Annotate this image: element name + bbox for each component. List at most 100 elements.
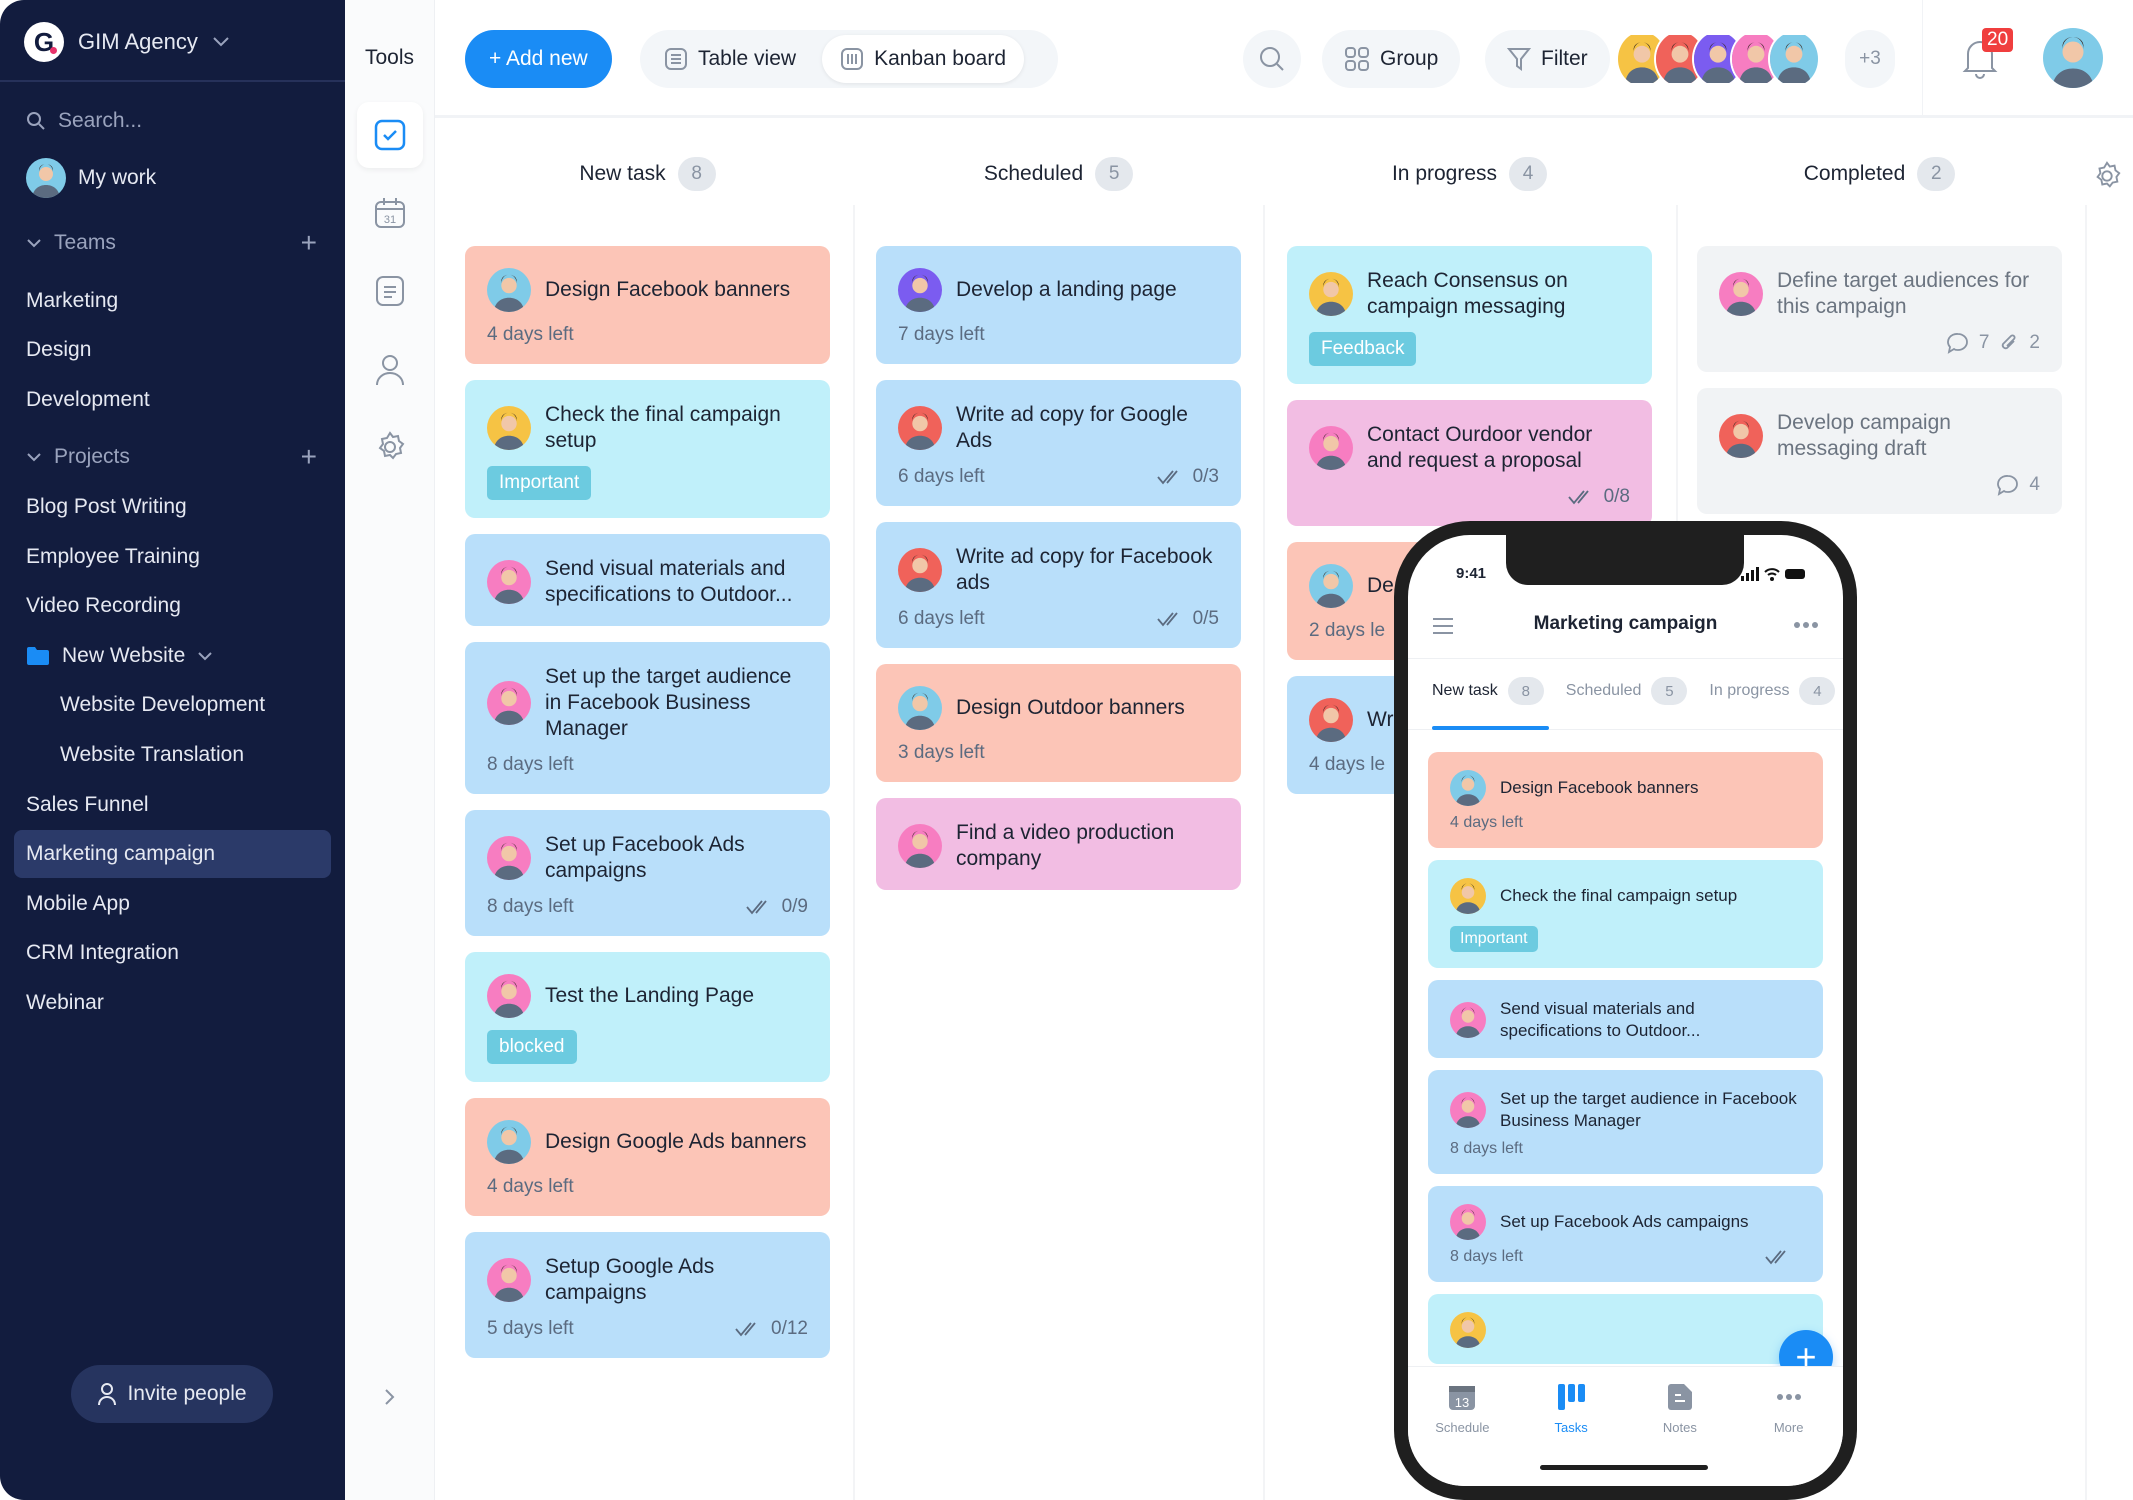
sidebar-item-project[interactable]: Marketing campaign: [14, 830, 331, 879]
expand-button[interactable]: [357, 1364, 423, 1430]
sidebar-item-project[interactable]: Video Recording: [14, 582, 331, 630]
sidebar-item-project[interactable]: Sales Funnel: [14, 781, 331, 829]
tool-calendar[interactable]: 31: [357, 180, 423, 246]
add-icon[interactable]: +: [301, 441, 317, 473]
assignee-avatar: [487, 406, 531, 450]
task-card[interactable]: Design Facebook banners 4 days left: [1428, 752, 1823, 848]
svg-text:31: 31: [384, 214, 396, 226]
sidebar-item-label: Marketing campaign: [26, 842, 216, 866]
sidebar-item-team[interactable]: Design: [14, 326, 331, 374]
sidebar-item-project[interactable]: CRM Integration: [14, 929, 331, 977]
task-card[interactable]: Design Google Ads banners 4 days left: [465, 1098, 830, 1216]
task-card[interactable]: Find a video production company: [876, 798, 1241, 890]
checklist-icon: [1156, 612, 1178, 627]
days-left: 6 days left: [898, 608, 985, 629]
task-card[interactable]: Reach Consensus on campaign messaging Fee…: [1287, 246, 1652, 384]
task-card[interactable]: Test the Landing Page blocked: [465, 952, 830, 1082]
days-left: 6 days left: [898, 466, 985, 487]
task-card[interactable]: Set up Facebook Ads campaigns 8 days left…: [465, 810, 830, 936]
nav-notes[interactable]: Notes: [1640, 1383, 1720, 1486]
card-header: Find a video production company: [898, 820, 1219, 872]
assignee-avatar: [898, 406, 942, 450]
sidebar-item-project[interactable]: Blog Post Writing: [14, 483, 331, 531]
column-header[interactable]: In progress 4: [1287, 157, 1652, 191]
add-icon[interactable]: +: [301, 227, 317, 259]
phone-tab[interactable]: Scheduled 5: [1566, 677, 1688, 705]
task-card[interactable]: [1428, 1294, 1823, 1364]
phone-tab[interactable]: In progress 4: [1709, 677, 1836, 705]
column-count: 2: [1917, 157, 1956, 191]
column-title: New task: [579, 162, 666, 185]
sidebar-item-subproject[interactable]: Website Translation: [14, 731, 331, 779]
sidebar-item-project[interactable]: Mobile App: [14, 880, 331, 928]
nav-tasks[interactable]: Tasks: [1531, 1383, 1611, 1486]
tool-users[interactable]: [357, 336, 423, 402]
task-card[interactable]: Send visual materials and specifications…: [1428, 980, 1823, 1058]
task-title: Set up the target audience in Facebook B…: [1500, 1089, 1797, 1130]
task-card[interactable]: Design Outdoor banners 3 days left: [876, 664, 1241, 782]
sidebar-section-projects[interactable]: Projects +: [14, 433, 331, 481]
task-card[interactable]: Develop a landing page 7 days left: [876, 246, 1241, 364]
card-header: Check the final campaign setup: [1450, 878, 1801, 914]
divider: [1408, 658, 1843, 659]
group-button[interactable]: Group: [1322, 30, 1461, 88]
column-header[interactable]: Completed 2: [1697, 157, 2062, 191]
sidebar-section-teams[interactable]: Teams +: [14, 219, 331, 267]
nav-schedule[interactable]: 13 Schedule: [1422, 1383, 1502, 1486]
checklist-count: 0/12: [771, 1318, 808, 1339]
phone-tab[interactable]: New task 8: [1432, 677, 1544, 705]
task-card[interactable]: Setup Google Ads campaigns 5 days left 0/1…: [465, 1232, 830, 1358]
table-view-tab[interactable]: Table view: [648, 47, 812, 71]
task-card[interactable]: Contact Ourdoor vendor and request a pro…: [1287, 400, 1652, 526]
invite-people-button[interactable]: Invite people: [71, 1365, 273, 1423]
task-card[interactable]: Write ad copy for Facebook ads 6 days lef…: [876, 522, 1241, 648]
tools-panel: Tools 31: [345, 0, 435, 1500]
assignee-avatar: [1450, 1204, 1486, 1240]
task-card[interactable]: Define target audiences for this campaig…: [1697, 246, 2062, 372]
card-header: Design Facebook banners: [487, 268, 808, 312]
sidebar-search[interactable]: Search...: [14, 97, 331, 145]
sidebar: G GIM Agency Search... My work Teams + Mar…: [0, 0, 345, 1500]
sidebar-item-project[interactable]: Employee Training: [14, 533, 331, 581]
sidebar-item-team[interactable]: Marketing: [14, 277, 331, 325]
more-icon[interactable]: [1793, 621, 1819, 629]
task-card[interactable]: Develop campaign messaging draft 4: [1697, 388, 2062, 514]
task-card[interactable]: Design Facebook banners 4 days left: [465, 246, 830, 364]
card-header: Reach Consensus on campaign messaging: [1309, 268, 1630, 320]
column-header[interactable]: Scheduled 5: [876, 157, 1241, 191]
tool-settings[interactable]: [357, 414, 423, 480]
user-avatar[interactable]: [2043, 28, 2103, 88]
tool-notes[interactable]: [357, 258, 423, 324]
task-card[interactable]: Check the final campaign setup Important: [1428, 860, 1823, 968]
task-card[interactable]: Write ad copy for Google Ads 6 days left 0…: [876, 380, 1241, 506]
sidebar-item-subproject[interactable]: Website Development: [14, 681, 331, 729]
task-card[interactable]: Set up the target audience in Facebook B…: [1428, 1070, 1823, 1174]
task-card[interactable]: Set up the target audience in Facebook B…: [465, 642, 830, 794]
days-left: 4 days left: [487, 1176, 574, 1197]
column-header[interactable]: New task 8: [465, 157, 830, 191]
more-members-button[interactable]: +3: [1845, 30, 1895, 88]
card-footer: 72: [1719, 332, 2040, 354]
add-new-button[interactable]: + Add new: [465, 30, 612, 88]
sidebar-item-project[interactable]: Webinar: [14, 979, 331, 1027]
user-icon: [376, 355, 404, 386]
task-card[interactable]: Send visual materials and specifications…: [465, 534, 830, 626]
filter-button[interactable]: Filter: [1485, 30, 1610, 88]
nav-more[interactable]: More: [1749, 1383, 1829, 1486]
sidebar-item-team[interactable]: Development: [14, 376, 331, 424]
card-footer: 3 days left: [898, 742, 1219, 764]
task-card[interactable]: Check the final campaign setup Important: [465, 380, 830, 518]
workspace-switcher[interactable]: G GIM Agency: [24, 22, 230, 62]
nav-label: Schedule: [1435, 1420, 1490, 1435]
sidebar-item-my-work[interactable]: My work: [14, 154, 331, 202]
tool-tasks[interactable]: [357, 102, 423, 168]
card-footer: 0/8: [1309, 486, 1630, 508]
kanban-board-tab[interactable]: Kanban board: [822, 35, 1025, 83]
board-settings-button[interactable]: [2091, 160, 2123, 197]
notifications-button[interactable]: 20: [1960, 28, 2014, 89]
task-card[interactable]: Set up Facebook Ads campaigns 8 days left: [1428, 1186, 1823, 1282]
task-title: Write ad copy for Google Ads: [956, 403, 1188, 452]
sidebar-folder[interactable]: New Website: [14, 632, 331, 680]
search-button[interactable]: [1243, 30, 1301, 88]
member-avatars[interactable]: [1616, 30, 1820, 88]
